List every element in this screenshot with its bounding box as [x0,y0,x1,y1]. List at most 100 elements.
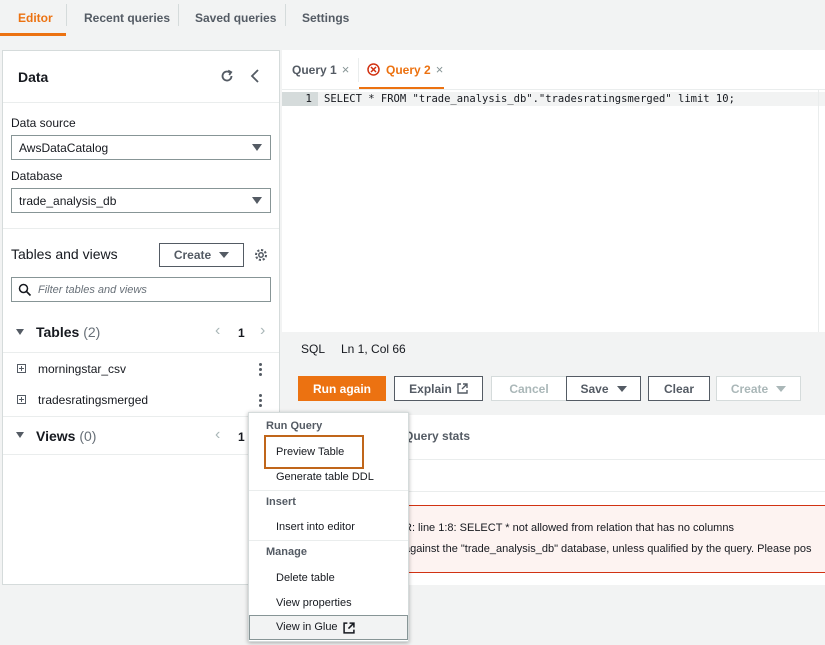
tables-count: (2) [83,324,101,340]
explain-button[interactable]: Explain [394,376,483,401]
line-gutter: 1 [282,90,318,332]
data-source-label: Data source [11,116,76,130]
database-value: trade_analysis_db [19,193,117,208]
query-editor: Query 1 × Query 2 × 1 SELECT * FROM "tra… [282,50,825,332]
create-table-button[interactable]: Create [159,243,244,267]
line-number: 1 [282,92,318,106]
caret-down-icon [252,197,262,204]
filter-tables-input[interactable]: Filter tables and views [11,277,271,302]
save-label: Save [580,381,609,396]
expand-icon[interactable] [17,395,26,404]
caret-down-icon [776,385,787,392]
language-indicator: SQL [301,342,326,356]
more-options-icon[interactable] [259,363,262,378]
caret-down-icon [616,385,627,392]
tab-label: Query 2 [386,62,431,77]
chevron-left-icon[interactable]: ‹ [215,426,220,444]
explain-label: Explain [409,381,452,396]
create-label: Create [730,381,769,396]
error-alert: R: line 1:8: SELECT * not allowed from r… [395,505,825,573]
tables-label: Tables [36,324,80,340]
divider [3,454,279,455]
tab-recent-queries[interactable]: Recent queries [84,0,170,36]
tab-query-1[interactable]: Query 1 × [292,50,349,89]
table-item[interactable]: tradesratingsmerged [38,393,148,407]
chevron-left-icon[interactable] [247,68,263,84]
external-link-icon [343,622,355,634]
tables-and-views-title: Tables and views [11,246,118,262]
refresh-icon[interactable] [219,68,235,84]
editor-status-bar: SQL Ln 1, Col 66 [282,332,825,362]
gear-icon[interactable] [253,247,269,263]
clear-button[interactable]: Clear [648,376,710,401]
data-source-select[interactable]: AwsDataCatalog [11,135,271,160]
tab-saved-queries[interactable]: Saved queries [195,0,276,36]
more-options-icon[interactable] [259,394,262,409]
divider [3,228,279,229]
tab-divider [285,4,286,26]
error-message-line-1: R: line 1:8: SELECT * not allowed from r… [404,522,734,534]
top-navigation: Editor Recent queries Saved queries Sett… [0,0,825,36]
action-bar: Run again Explain Cancel Save Clear Crea… [282,362,825,415]
active-tab-indicator [359,87,444,89]
caret-down-icon[interactable] [16,329,24,335]
views-section-title[interactable]: Views (0) [36,428,96,444]
menu-heading-run-query: Run Query [266,420,323,432]
view-in-glue-label: View in Glue [276,621,338,633]
views-page-number: 1 [238,430,245,444]
cancel-button[interactable]: Cancel [491,376,567,401]
preview-table-highlight [264,435,364,469]
menu-divider [249,540,408,541]
chevron-right-icon[interactable]: › [260,322,265,340]
tab-label: Query 1 [292,62,337,77]
divider [3,102,279,103]
views-count: (0) [79,428,97,444]
database-label: Database [11,169,63,183]
menu-item-generate-ddl[interactable]: Generate table DDL [276,471,374,483]
active-tab-indicator [0,33,66,36]
filter-placeholder: Filter tables and views [38,283,147,296]
menu-divider [249,490,408,491]
data-panel: Data Data source AwsDataCatalog Database… [2,50,280,585]
menu-heading-manage: Manage [266,546,307,558]
cursor-position: Ln 1, Col 66 [341,342,406,356]
chevron-left-icon[interactable]: ‹ [215,322,220,340]
caret-down-icon[interactable] [16,432,24,438]
editor-margin [818,90,819,332]
divider [3,416,279,417]
expand-icon[interactable] [17,364,26,373]
tables-section-title[interactable]: Tables (2) [36,324,100,340]
data-source-value: AwsDataCatalog [19,140,109,155]
tab-divider [358,58,359,82]
menu-item-insert-into-editor[interactable]: Insert into editor [276,521,355,533]
sql-code-line[interactable]: SELECT * FROM "trade_analysis_db"."trade… [318,92,825,106]
menu-heading-insert: Insert [266,496,296,508]
run-again-button[interactable]: Run again [298,376,386,401]
close-icon[interactable]: × [436,62,444,77]
views-label: Views [36,428,76,444]
tab-editor[interactable]: Editor [18,0,53,36]
create-button-label: Create [173,248,212,262]
menu-item-view-in-glue[interactable]: View in Glue [249,615,408,640]
create-button[interactable]: Create [716,376,801,401]
data-panel-title: Data [18,69,49,85]
menu-item-view-properties[interactable]: View properties [276,597,352,609]
tables-page-number: 1 [238,326,245,340]
search-icon [18,283,32,296]
caret-down-icon [219,252,230,258]
external-link-icon [457,383,468,394]
menu-item-delete-table[interactable]: Delete table [276,572,335,584]
database-select[interactable]: trade_analysis_db [11,188,271,213]
close-icon[interactable]: × [342,62,350,77]
query-tabs: Query 1 × Query 2 × [282,50,825,90]
save-button[interactable]: Save [566,376,641,401]
table-item[interactable]: morningstar_csv [38,362,126,376]
caret-down-icon [252,144,262,151]
tab-divider [178,4,179,26]
tab-divider [66,4,67,26]
error-icon [367,63,380,76]
error-message-line-2: against the "trade_analysis_db" database… [404,543,812,555]
tab-settings[interactable]: Settings [302,0,349,36]
tab-query-stats[interactable]: Query stats [404,429,470,443]
tab-query-2[interactable]: Query 2 × [367,50,443,89]
